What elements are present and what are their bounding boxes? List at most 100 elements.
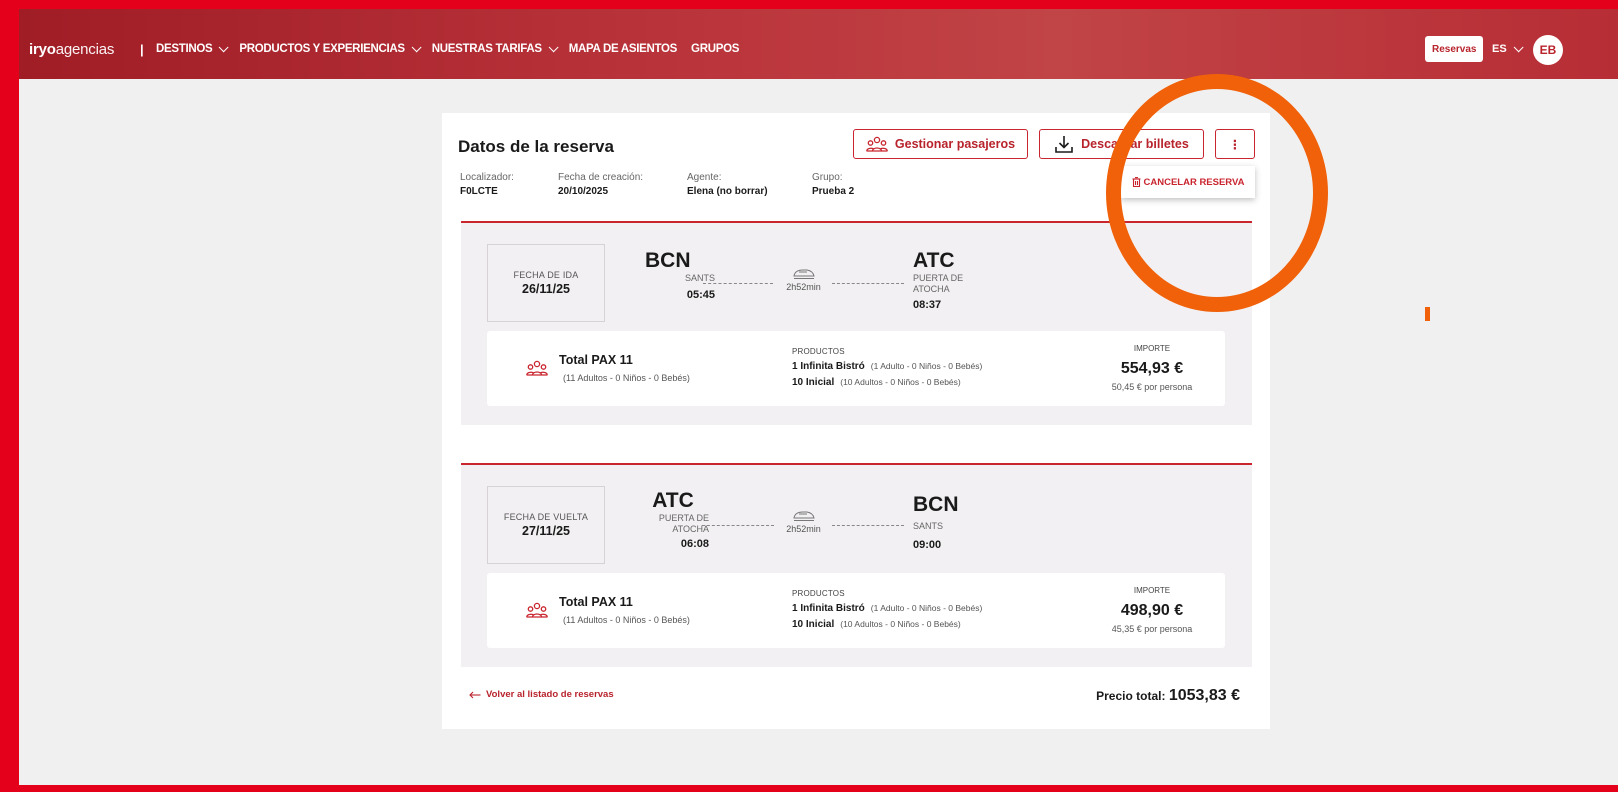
meta-label: Agente: (687, 172, 722, 183)
station-name: SANTS (913, 521, 944, 531)
meta-agente: Agente: Elena (no borrar) (687, 172, 768, 197)
product-name: 1 Infinita Bistró (792, 603, 865, 614)
importe-label: IMPORTE (1133, 344, 1171, 353)
total-value: 1053,83 € (1168, 687, 1240, 704)
outbound-leg: FECHA DE IDA 26/11/25 BCN SANTS 05:45 2h… (461, 221, 1252, 425)
nav-destinos-label: DESTINOS (156, 43, 213, 55)
importe-label: IMPORTE (1133, 586, 1171, 595)
cursor-mark (1425, 307, 1430, 321)
meta-grupo: Grupo: Prueba 2 (812, 172, 854, 197)
arrival-time: 08:37 (913, 298, 942, 311)
destination-station: BCN SANTS 09:00 (913, 493, 959, 551)
chevron-down-icon (411, 41, 422, 52)
train-duration: 2h52min (781, 510, 826, 534)
product-name: 10 Inicial (792, 619, 835, 630)
download-tickets-label: Descargar billetes (1081, 137, 1189, 151)
arrow-left-icon (469, 691, 481, 698)
chevron-down-icon (1513, 41, 1524, 52)
product-detail: (1 Adulto - 0 Niños - 0 Bebés) (870, 603, 983, 613)
date-value: 27/11/25 (522, 524, 570, 538)
meta-value: 20/10/2025 (558, 186, 609, 197)
duration-label: 2h52min (786, 282, 821, 292)
nav-mapa-label: MAPA DE ASIENTOS (568, 43, 678, 55)
nav-productos[interactable]: PRODUCTOS Y EXPERIENCIAS (239, 41, 422, 55)
language-selector[interactable]: ES (1492, 41, 1524, 55)
pax-total: Total PAX 11 (559, 595, 633, 609)
product-line: 1 Infinita Bistró (1 Adulto - 0 Niños - 0… (792, 361, 982, 372)
product-name: 1 Infinita Bistró (792, 361, 865, 372)
origin-station: ATC PUERTA DE ATOCHA 06:08 (637, 489, 709, 550)
logo-bold: iryo (29, 41, 56, 58)
meta-label: Localizador: (460, 172, 514, 183)
manage-passengers-label: Gestionar pasajeros (894, 137, 1016, 151)
meta-label: Fecha de creación: (558, 172, 644, 183)
nav-tarifas[interactable]: NUESTRAS TARIFAS (432, 41, 559, 55)
product-detail: (10 Adultos - 0 Niños - 0 Bebés) (840, 619, 961, 629)
product-name: 10 Inicial (792, 377, 835, 388)
cancel-reservation-menu-item[interactable]: CANCELAR RESERVA (1121, 166, 1255, 198)
station-code: ATC (652, 489, 694, 512)
station-name: PUERTA DE ATOCHA (913, 273, 964, 295)
route-line (832, 283, 904, 284)
train-duration: 2h52min (781, 268, 826, 292)
leg-summary: Total PAX 11 (11 Adultos - 0 Niños - 0 B… (487, 573, 1225, 648)
train-icon (792, 269, 815, 279)
departure-time: 06:08 (680, 537, 709, 550)
nav-grupos-label: GRUPOS (691, 43, 740, 55)
nav-productos-label: PRODUCTOS Y EXPERIENCIAS (239, 43, 405, 55)
back-to-list-link[interactable]: Volver al listado de reservas (469, 689, 614, 700)
pax-breakdown: (11 Adultos - 0 Niños - 0 Bebés) (563, 615, 690, 625)
product-detail: (1 Adulto - 0 Niños - 0 Bebés) (870, 361, 983, 371)
avatar[interactable]: EB (1533, 35, 1563, 65)
chevron-down-icon (548, 41, 559, 52)
download-tickets-button[interactable]: Descargar billetes (1039, 129, 1204, 159)
app-frame: iryoagencias | DESTINOS PRODUCTOS Y EXPE… (19, 9, 1618, 785)
origin-station: BCN SANTS 05:45 (645, 249, 715, 301)
return-leg: FECHA DE VUELTA 27/11/25 ATC PUERTA DE A… (461, 463, 1252, 667)
more-options-button[interactable]: ⋮ (1215, 129, 1255, 159)
page-title: Datos de la reserva (458, 137, 614, 156)
meta-localizador: Localizador: F0LCTE (460, 172, 514, 197)
products-label: PRODUCTOS (792, 347, 845, 356)
total-label: Precio total: (1096, 689, 1166, 703)
date-value: 26/11/25 (522, 282, 570, 296)
manage-passengers-button[interactable]: Gestionar pasajeros (853, 129, 1028, 159)
nav-destinos[interactable]: DESTINOS (156, 41, 229, 55)
logo[interactable]: iryoagencias (29, 41, 114, 58)
station-code: ATC (913, 249, 955, 272)
importe-value: 554,93 € (1120, 360, 1184, 377)
passengers-icon (526, 602, 548, 618)
duration-label: 2h52min (786, 524, 821, 534)
reservation-card: Datos de la reserva Gestionar pasajeros … (442, 113, 1270, 729)
logo-separator: | (140, 42, 144, 57)
route-line (832, 525, 904, 526)
product-detail: (10 Adultos - 0 Niños - 0 Bebés) (840, 377, 961, 387)
reservas-button[interactable]: Reservas (1425, 36, 1484, 62)
date-label: FECHA DE IDA (513, 270, 579, 280)
products-label: PRODUCTOS (792, 589, 845, 598)
meta-value: F0LCTE (460, 186, 498, 197)
station-code: BCN (645, 249, 691, 272)
logo-light: agencias (55, 41, 115, 58)
nav-grupos[interactable]: GRUPOS (691, 43, 739, 55)
product-line: 10 Inicial (10 Adultos - 0 Niños - 0 Bebé… (792, 377, 961, 388)
meta-fecha-creacion: Fecha de creación: 20/10/2025 (558, 172, 643, 197)
passengers-icon (526, 360, 548, 376)
product-line: 10 Inicial (10 Adultos - 0 Niños - 0 Bebé… (792, 619, 961, 630)
product-line: 1 Infinita Bistró (1 Adulto - 0 Niños - 0… (792, 603, 982, 614)
departure-time: 05:45 (686, 289, 715, 302)
outbound-date-box: FECHA DE IDA 26/11/25 (487, 244, 605, 322)
pax-total: Total PAX 11 (559, 353, 633, 367)
nav-mapa-asientos[interactable]: MAPA DE ASIENTOS (568, 43, 678, 55)
nav-links: DESTINOS PRODUCTOS Y EXPERIENCIAS NUESTR… (156, 41, 739, 55)
language-label: ES (1492, 43, 1507, 55)
destination-station: ATC PUERTA DE ATOCHA 08:37 (913, 249, 973, 311)
download-icon (1055, 136, 1073, 153)
leg-summary: Total PAX 11 (11 Adultos - 0 Niños - 0 B… (487, 331, 1225, 406)
meta-label: Grupo: (812, 172, 843, 183)
meta-value: Prueba 2 (812, 186, 855, 197)
per-person-price: 45,35 € por persona (1111, 624, 1193, 634)
station-name: PUERTA DE ATOCHA (658, 513, 709, 535)
cancel-reservation-label: CANCELAR RESERVA (1143, 176, 1245, 188)
train-icon (792, 511, 815, 521)
